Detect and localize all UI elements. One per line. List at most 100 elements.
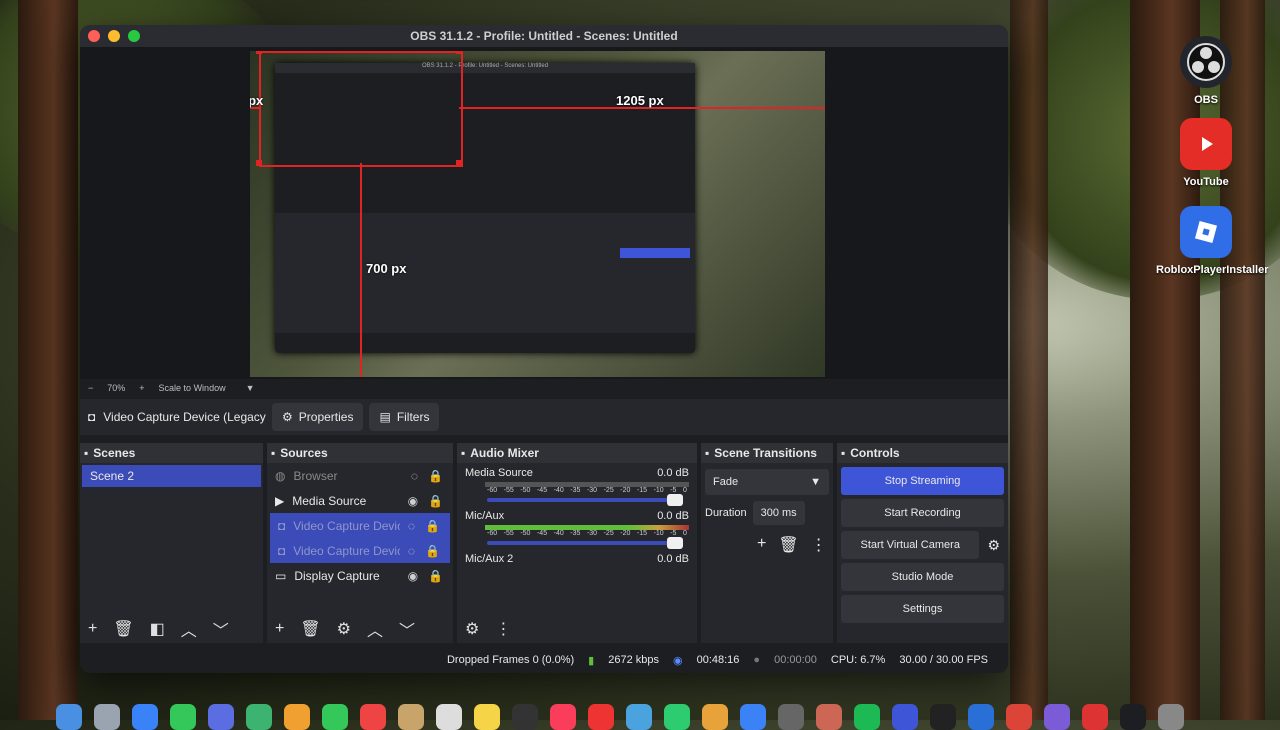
filters-button[interactable]: ▤ Filters (369, 403, 440, 431)
dock-app-icon[interactable] (1158, 704, 1184, 730)
eye-icon[interactable]: ◉ (408, 569, 418, 583)
dock-app-icon[interactable] (398, 704, 424, 730)
start-virtual-camera-button[interactable]: Start Virtual Camera (841, 531, 980, 559)
eye-hidden-icon[interactable]: ◌ (408, 519, 415, 533)
dock-app-icon[interactable] (740, 704, 766, 730)
source-item-video-capture[interactable]: ◘ Video Capture Device (Legacy) ◌ 🔒 (270, 513, 450, 538)
sources-title: Sources (280, 446, 328, 460)
move-up-icon[interactable]: ︿ (181, 617, 197, 641)
dock-app-icon[interactable] (360, 704, 386, 730)
trash-icon[interactable]: 🗑 (300, 619, 320, 639)
dock-app-icon[interactable] (626, 704, 652, 730)
dock-app-icon[interactable] (816, 704, 842, 730)
resize-handle[interactable] (256, 160, 262, 166)
camera-icon: ◘ (88, 410, 96, 424)
transition-select[interactable]: Fade ▼ (705, 469, 829, 495)
desktop-icon-youtube[interactable]: YouTube (1156, 118, 1256, 188)
dock-app-icon[interactable] (208, 704, 234, 730)
zoom-in-button[interactable]: + (139, 383, 144, 393)
dock-app-icon[interactable] (550, 704, 576, 730)
filter-icon[interactable]: ◧ (150, 619, 165, 639)
properties-button[interactable]: ⚙ Properties (272, 403, 364, 431)
volume-slider[interactable] (487, 494, 683, 506)
dock-app-icon[interactable] (1120, 704, 1146, 730)
dock-app-icon[interactable] (94, 704, 120, 730)
dock-app-icon[interactable] (436, 704, 462, 730)
move-up-icon[interactable]: ︿ (367, 617, 383, 641)
dock-app-icon[interactable] (132, 704, 158, 730)
trash-icon[interactable]: 🗑 (778, 535, 798, 555)
stop-streaming-button[interactable]: Stop Streaming (841, 467, 1004, 495)
dock-app-icon[interactable] (474, 704, 500, 730)
scene-item[interactable]: Scene 2 (82, 465, 261, 487)
source-item-display-capture[interactable]: ▭ Display Capture ◉ 🔒 (267, 563, 453, 588)
lock-icon[interactable]: 🔒 (428, 469, 443, 483)
dock-app-icon[interactable] (1082, 704, 1108, 730)
dock-app-icon[interactable] (1006, 704, 1032, 730)
dock-app-icon[interactable] (56, 704, 82, 730)
source-bounding-box[interactable] (259, 51, 463, 167)
resize-handle[interactable] (456, 51, 462, 54)
source-item-media[interactable]: ▶ Media Source ◉ 🔒 (267, 488, 453, 513)
dock-app-icon[interactable] (854, 704, 880, 730)
eye-hidden-icon[interactable]: ◌ (408, 544, 415, 558)
dock-app-icon[interactable] (892, 704, 918, 730)
lock-icon[interactable]: 🔒 (425, 544, 440, 558)
dock-app-icon[interactable] (968, 704, 994, 730)
dock-app-icon[interactable] (284, 704, 310, 730)
add-transition-button[interactable]: + (757, 535, 766, 555)
cpu-usage: CPU: 6.7% (830, 654, 886, 666)
fps: 30.00 / 30.00 FPS (899, 654, 988, 666)
dock-app-icon[interactable] (930, 704, 956, 730)
record-time: 00:00:00 (774, 654, 817, 666)
settings-button[interactable]: Settings (841, 595, 1004, 623)
zoom-out-button[interactable]: − (88, 383, 93, 393)
dock-app-icon[interactable] (1044, 704, 1070, 730)
add-source-button[interactable]: + (275, 620, 284, 638)
volume-slider[interactable] (487, 537, 683, 549)
move-down-icon[interactable]: ﹀ (213, 617, 229, 641)
gear-icon[interactable]: ⚙ (987, 537, 1000, 554)
eye-hidden-icon[interactable]: ◌ (411, 469, 418, 483)
source-item-browser[interactable]: ◍ Browser ◌ 🔒 (267, 463, 453, 488)
advanced-audio-icon[interactable]: ⚙ (465, 619, 479, 639)
start-recording-button[interactable]: Start Recording (841, 499, 1004, 527)
chevron-down-icon[interactable]: ▼ (246, 383, 255, 393)
scenes-dock: ▪ Scenes Scene 2 + 🗑 ◧ ︿ ﹀ (80, 443, 263, 643)
lock-icon[interactable]: 🔒 (428, 569, 443, 583)
lock-icon[interactable]: 🔒 (428, 494, 443, 508)
source-item-video-capture[interactable]: ◘ Video Capture Device (Legacy) ◌ 🔒 (270, 538, 450, 563)
preview-area[interactable]: OBS 31.1.2 - Profile: Untitled - Scenes:… (80, 47, 1008, 379)
dock-app-icon[interactable] (170, 704, 196, 730)
dock-app-icon[interactable] (512, 704, 538, 730)
trash-icon[interactable]: 🗑 (113, 619, 133, 639)
title-bar[interactable]: OBS 31.1.2 - Profile: Untitled - Scenes:… (80, 25, 1008, 47)
duration-input[interactable]: 300 ms (752, 501, 805, 525)
scale-mode[interactable]: Scale to Window (159, 383, 226, 393)
move-down-icon[interactable]: ﹀ (399, 617, 415, 641)
dock-app-icon[interactable] (778, 704, 804, 730)
obs-window: OBS 31.1.2 - Profile: Untitled - Scenes:… (80, 25, 1008, 673)
dock-app-icon[interactable] (246, 704, 272, 730)
lock-icon[interactable]: 🔒 (425, 519, 440, 533)
resize-handle[interactable] (456, 160, 462, 166)
dock-icon: ▪ (461, 446, 466, 460)
dock-icon: ▪ (841, 446, 846, 460)
desktop-icon-roblox[interactable]: RobloxPlayerInstaller (1156, 206, 1269, 276)
more-options-icon[interactable]: ⋮ (495, 619, 511, 639)
preview-canvas[interactable]: OBS 31.1.2 - Profile: Untitled - Scenes:… (250, 51, 825, 377)
add-scene-button[interactable]: + (88, 620, 97, 638)
eye-icon[interactable]: ◉ (408, 494, 418, 508)
studio-mode-button[interactable]: Studio Mode (841, 563, 1004, 591)
controls-dock: ▪ Controls Stop Streaming Start Recording… (837, 443, 1008, 643)
more-options-icon[interactable]: ⋮ (811, 535, 827, 555)
dock-app-icon[interactable] (702, 704, 728, 730)
resize-handle[interactable] (256, 51, 262, 54)
transition-type: Fade (713, 476, 739, 488)
gear-icon[interactable]: ⚙ (337, 619, 351, 639)
desktop-icon-obs[interactable]: OBS (1156, 36, 1256, 106)
camera-icon: ◘ (278, 543, 286, 558)
dock-app-icon[interactable] (588, 704, 614, 730)
dock-app-icon[interactable] (664, 704, 690, 730)
dock-app-icon[interactable] (322, 704, 348, 730)
